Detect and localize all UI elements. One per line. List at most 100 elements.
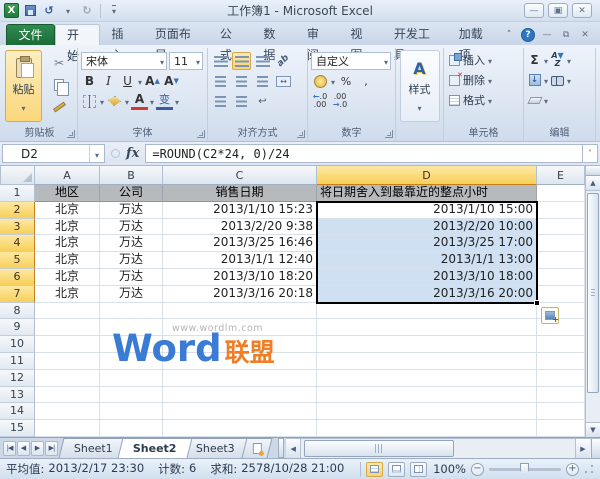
ribbon-tab-开始[interactable]: 开始 [55, 24, 100, 45]
scroll-right-button[interactable] [575, 439, 590, 458]
font-dialog-launcher[interactable] [197, 130, 205, 138]
borders-button[interactable] [81, 92, 98, 110]
cell-B2[interactable]: 万达 [100, 202, 163, 219]
help-icon[interactable] [521, 28, 535, 42]
zoom-level[interactable]: 100% [432, 462, 466, 476]
fill-button[interactable] [527, 74, 542, 86]
align-left-button[interactable] [211, 72, 230, 90]
zoom-in-button[interactable]: + [566, 463, 579, 476]
cell-A9[interactable] [35, 319, 100, 336]
sheet-tab-Sheet2[interactable]: Sheet2 [117, 438, 192, 458]
percent-button[interactable]: % [337, 72, 355, 90]
cell-E3[interactable] [537, 219, 585, 236]
autofill-options-button[interactable] [541, 307, 559, 324]
cell-B12[interactable] [100, 370, 163, 387]
italic-button[interactable]: I [100, 72, 117, 90]
column-header-E[interactable]: E [537, 166, 585, 185]
find-select-button[interactable] [550, 76, 565, 85]
currency-button[interactable] [311, 72, 329, 90]
customize-qat-button[interactable] [106, 3, 122, 19]
column-header-A[interactable]: A [35, 166, 100, 185]
row-header-13[interactable]: 13 [0, 387, 35, 404]
cell-C6[interactable]: 2013/3/10 18:20 [163, 269, 317, 286]
comma-button[interactable]: , [357, 72, 375, 90]
cell-D5[interactable]: 2013/1/1 13:00 [317, 252, 537, 269]
cell-D4[interactable]: 2013/3/25 17:00 [317, 235, 537, 252]
shrink-font-button[interactable]: A▼ [163, 72, 180, 90]
ribbon-tab-数据[interactable]: 数据 [252, 24, 295, 45]
select-all-corner[interactable] [0, 166, 35, 185]
align-bottom-button[interactable] [253, 52, 272, 70]
cell-A10[interactable] [35, 336, 100, 353]
cell-D9[interactable] [317, 319, 537, 336]
cell-B5[interactable]: 万达 [100, 252, 163, 269]
cell-A6[interactable]: 北京 [35, 269, 100, 286]
cell-E10[interactable] [537, 336, 585, 353]
vertical-scroll-thumb[interactable] [587, 193, 599, 393]
name-box[interactable]: D2 [2, 144, 105, 163]
merge-center-button[interactable] [274, 72, 293, 90]
minimize-button[interactable] [524, 3, 544, 18]
page-break-view-button[interactable] [410, 462, 427, 477]
sheet-tab-Sheet3[interactable]: Sheet3 [181, 438, 251, 458]
save-button[interactable] [22, 3, 38, 19]
resize-grip[interactable] [584, 464, 594, 474]
cell-D3[interactable]: 2013/2/20 10:00 [317, 219, 537, 236]
cell-A5[interactable]: 北京 [35, 252, 100, 269]
font-color-button[interactable]: A [131, 92, 148, 110]
scroll-left-button[interactable] [286, 439, 301, 458]
ribbon-tab-页面布局[interactable]: 页面布局 [144, 24, 209, 45]
styles-button[interactable]: A 样式 [400, 50, 440, 122]
wrap-text-button[interactable] [253, 92, 272, 110]
cell-D7[interactable]: 2013/3/16 20:00 [317, 286, 537, 303]
autosum-button[interactable]: Σ [527, 53, 542, 67]
workbook-restore-button[interactable] [559, 28, 573, 42]
cell-A7[interactable]: 北京 [35, 286, 100, 303]
ribbon-tab-视图[interactable]: 视图 [339, 24, 382, 45]
first-sheet-button[interactable] [3, 441, 16, 456]
cell-D10[interactable] [317, 336, 537, 353]
horizontal-scrollbar[interactable] [286, 438, 600, 458]
row-header-14[interactable]: 14 [0, 403, 35, 420]
horizontal-scroll-thumb[interactable] [304, 440, 454, 457]
cell-E15[interactable] [537, 420, 585, 437]
scroll-up-button[interactable] [586, 176, 600, 191]
format-cells-button[interactable]: 格式 [447, 90, 520, 110]
cell-B13[interactable] [100, 387, 163, 404]
cell-E7[interactable] [537, 286, 585, 303]
name-box-dropdown[interactable] [90, 147, 104, 161]
undo-button[interactable] [41, 3, 57, 19]
cell-A13[interactable] [35, 387, 100, 404]
alignment-dialog-launcher[interactable] [297, 130, 305, 138]
clipboard-dialog-launcher[interactable] [67, 130, 75, 138]
cell-D12[interactable] [317, 370, 537, 387]
delete-cells-button[interactable]: 删除 [447, 70, 520, 90]
split-handle[interactable] [586, 166, 600, 176]
cell-D6[interactable]: 2013/3/10 18:00 [317, 269, 537, 286]
tab-split-handle[interactable] [278, 438, 284, 458]
next-sheet-button[interactable] [31, 441, 44, 456]
cell-D13[interactable] [317, 387, 537, 404]
cell-C8[interactable] [163, 303, 317, 320]
row-header-4[interactable]: 4 [0, 235, 35, 252]
undo-dropdown[interactable] [60, 3, 76, 19]
font-name-combo[interactable]: 宋体 [81, 52, 167, 70]
zoom-slider[interactable] [489, 468, 561, 471]
cell-B6[interactable]: 万达 [100, 269, 163, 286]
grow-font-button[interactable]: A▲ [144, 72, 161, 90]
clear-button[interactable] [527, 97, 542, 104]
ribbon-tab-开发工具[interactable]: 开发工具 [383, 24, 448, 45]
formula-input[interactable]: =ROUND(C2*24, 0)/24 [145, 144, 582, 163]
orientation-button[interactable] [274, 52, 293, 70]
align-center-button[interactable] [232, 72, 251, 90]
insert-function-button[interactable]: fx [126, 146, 139, 161]
cell-C15[interactable] [163, 420, 317, 437]
increase-indent-button[interactable] [232, 92, 251, 110]
decrease-indent-button[interactable] [211, 92, 230, 110]
ribbon-tab-审阅[interactable]: 审阅 [296, 24, 339, 45]
ribbon-tab-插入[interactable]: 插入 [100, 24, 143, 45]
zoom-slider-thumb[interactable] [520, 463, 529, 475]
cell-E12[interactable] [537, 370, 585, 387]
collapse-ribbon-button[interactable] [502, 28, 516, 42]
row-header-11[interactable]: 11 [0, 353, 35, 370]
